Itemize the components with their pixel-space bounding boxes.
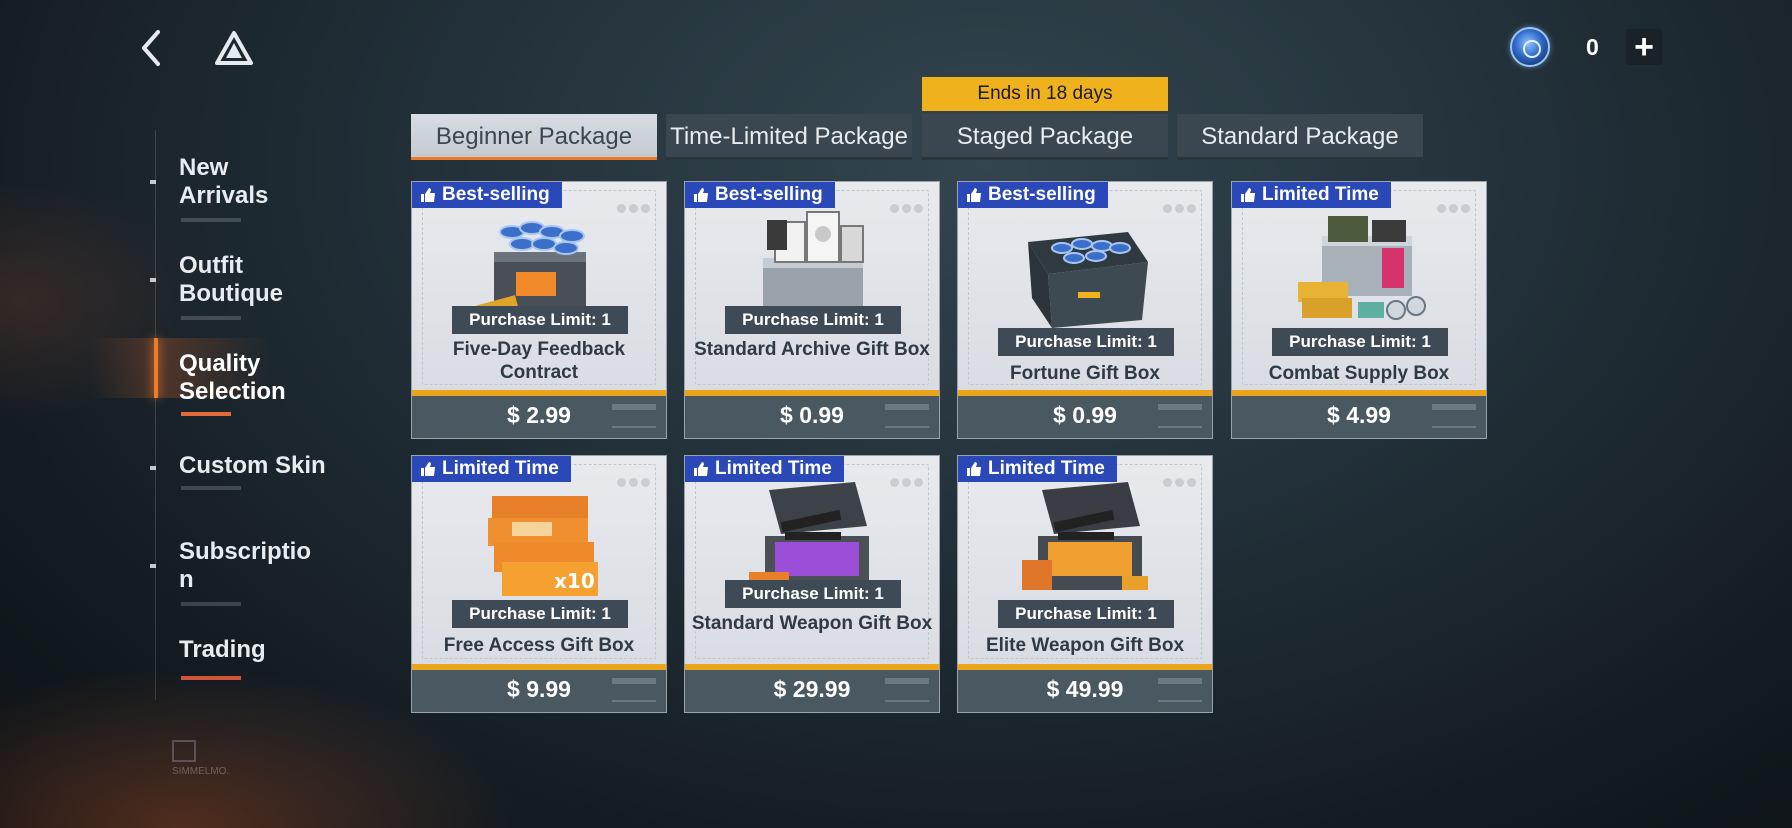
ends-in-banner: Ends in 18 days bbox=[922, 77, 1168, 111]
purchase-limit: Purchase Limit: 1 bbox=[998, 600, 1174, 628]
tab-staged-package[interactable]: Staged Package bbox=[922, 114, 1168, 160]
price-bar: $ 29.99 bbox=[685, 664, 939, 712]
coin-icon bbox=[1510, 27, 1550, 67]
sidebar: New Arrivals Outfit Boutique Quality Sel… bbox=[90, 130, 360, 700]
limited-time-badge: Limited Time bbox=[1232, 182, 1391, 208]
supply-box-icon bbox=[1298, 216, 1426, 320]
sidebar-item-new-arrivals[interactable]: New Arrivals bbox=[150, 142, 360, 222]
product-name: Standard Weapon Gift Box bbox=[691, 613, 933, 634]
sidebar-item-subscription[interactable]: Subscriptio n bbox=[150, 530, 360, 610]
thumbs-up-icon bbox=[421, 462, 435, 476]
best-selling-badge: Best-selling bbox=[685, 182, 835, 208]
access-ticket-stack-icon: x10 bbox=[488, 496, 598, 596]
sidebar-item-label: New Arrivals bbox=[179, 154, 269, 209]
sidebar-item-label: Subscriptio n bbox=[179, 538, 312, 593]
product-name: Elite Weapon Gift Box bbox=[985, 635, 1185, 656]
svg-text:x10: x10 bbox=[554, 569, 595, 593]
plus-icon: + bbox=[1634, 28, 1654, 66]
add-currency-button[interactable]: + bbox=[1626, 29, 1662, 65]
limited-time-badge: Limited Time bbox=[685, 456, 844, 482]
purchase-limit: Purchase Limit: 1 bbox=[998, 328, 1174, 356]
elite-weapon-case-icon bbox=[1022, 482, 1148, 590]
thumbs-up-icon bbox=[1241, 188, 1255, 202]
thumbs-up-icon bbox=[694, 462, 708, 476]
badge-label: Limited Time bbox=[442, 458, 559, 479]
purchase-limit: Purchase Limit: 1 bbox=[725, 580, 901, 608]
currency-display: 0 + bbox=[1510, 27, 1662, 67]
product-card[interactable]: Best-selling Purchase Limit: 1 Five-Day … bbox=[411, 181, 667, 439]
badge-label: Limited Time bbox=[988, 458, 1105, 479]
limited-time-badge: Limited Time bbox=[412, 456, 571, 482]
price-bar: $ 49.99 bbox=[958, 664, 1212, 712]
sidebar-item-outfit-boutique[interactable]: Outfit Boutique bbox=[150, 240, 360, 320]
product-name: Fortune Gift Box bbox=[1010, 363, 1160, 384]
product-card[interactable]: Limited Time Purchase Limit: 1 Combat Su… bbox=[1231, 181, 1487, 439]
price-bar: $ 4.99 bbox=[1232, 390, 1486, 438]
tab-time-limited-package[interactable]: Time-Limited Package bbox=[666, 114, 912, 160]
best-selling-badge: Best-selling bbox=[958, 182, 1108, 208]
badge-label: Limited Time bbox=[715, 458, 832, 479]
badge-label: Best-selling bbox=[988, 184, 1096, 205]
purchase-limit: Purchase Limit: 1 bbox=[452, 600, 628, 628]
product-card[interactable]: Best-selling Purchase Limit: 1 Fortune G… bbox=[957, 181, 1213, 439]
badge-label: Best-selling bbox=[715, 184, 823, 205]
tab-standard-package[interactable]: Standard Package bbox=[1177, 114, 1423, 160]
product-name: Standard Archive Gift Box bbox=[694, 339, 930, 360]
product-card[interactable]: Best-selling Purchase Limit: 1 Standard … bbox=[684, 181, 940, 439]
currency-amount: 0 bbox=[1586, 34, 1599, 60]
price-bar: $ 2.99 bbox=[412, 390, 666, 438]
sidebar-item-trading[interactable]: Trading bbox=[150, 630, 360, 680]
tab-beginner-package[interactable]: Beginner Package bbox=[411, 114, 657, 160]
fortune-box-icon bbox=[1028, 232, 1148, 328]
sidebar-item-label: Outfit Boutique bbox=[179, 252, 283, 307]
product-name: Five-Day Feedback Contract bbox=[452, 339, 626, 383]
price-bar: $ 0.99 bbox=[685, 390, 939, 438]
sidebar-item-label: Trading bbox=[179, 636, 266, 663]
limited-time-badge: Limited Time bbox=[958, 456, 1117, 482]
chevron-left-icon bbox=[142, 30, 160, 66]
purchase-limit: Purchase Limit: 1 bbox=[452, 306, 628, 334]
thumbs-up-icon bbox=[421, 188, 435, 202]
home-button[interactable] bbox=[214, 30, 254, 66]
product-name: Combat Supply Box bbox=[1268, 363, 1450, 384]
sidebar-item-quality-selection[interactable]: Quality Selection bbox=[90, 338, 360, 418]
product-card[interactable]: Limited Time Purchase Limit: 1 Elite Wea… bbox=[957, 455, 1213, 713]
sidebar-item-custom-skin[interactable]: Custom Skin bbox=[150, 450, 360, 510]
purchase-limit: Purchase Limit: 1 bbox=[725, 306, 901, 334]
badge-label: Limited Time bbox=[1262, 184, 1379, 205]
purchase-limit: Purchase Limit: 1 bbox=[1272, 328, 1448, 356]
price-bar: $ 0.99 bbox=[958, 390, 1212, 438]
badge-label: Best-selling bbox=[442, 184, 550, 205]
studio-logo: SIMMELMO. bbox=[172, 740, 242, 786]
thumbs-up-icon bbox=[694, 188, 708, 202]
product-name: Free Access Gift Box bbox=[443, 635, 635, 656]
back-button[interactable] bbox=[134, 28, 170, 68]
sidebar-item-label: Quality Selection bbox=[179, 350, 286, 405]
sidebar-item-label: Custom Skin bbox=[179, 452, 326, 479]
price-bar: $ 9.99 bbox=[412, 664, 666, 712]
thumbs-up-icon bbox=[967, 188, 981, 202]
best-selling-badge: Best-selling bbox=[412, 182, 562, 208]
triangle-logo-icon bbox=[215, 31, 253, 65]
product-card[interactable]: x10 Limited Time Purchase Limit: 1 Free … bbox=[411, 455, 667, 713]
thumbs-up-icon bbox=[967, 462, 981, 476]
product-card[interactable]: Limited Time Purchase Limit: 1 Standard … bbox=[684, 455, 940, 713]
